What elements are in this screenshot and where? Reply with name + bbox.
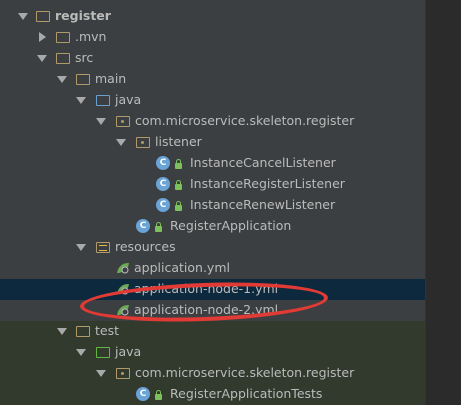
chevron-down-icon[interactable] — [76, 349, 86, 356]
lock-icon — [175, 201, 182, 211]
spring-config-icon — [117, 284, 129, 295]
tree-node-label: .mvn — [75, 29, 107, 44]
chevron-down-icon[interactable] — [76, 97, 86, 104]
tree-node-register-application[interactable]: C RegisterApplication — [0, 216, 425, 237]
resources-folder-icon — [96, 242, 110, 253]
chevron-down-icon[interactable] — [116, 139, 126, 146]
tree-node-label: application-node-1.yml — [134, 281, 279, 296]
tree-node-register[interactable]: register — [0, 6, 425, 27]
tree-node-class[interactable]: C InstanceRenewListener — [0, 195, 425, 216]
tree-node-listener[interactable]: listener — [0, 132, 425, 153]
tree-node-label: main — [95, 71, 127, 86]
tree-node-class[interactable]: C InstanceCancelListener — [0, 153, 425, 174]
tree-node-java[interactable]: java — [0, 90, 425, 111]
folder-icon — [56, 53, 70, 64]
chevron-down-icon[interactable] — [76, 244, 86, 251]
class-icon: C — [156, 198, 170, 212]
class-icon: C — [156, 156, 170, 170]
tree-node-label: InstanceCancelListener — [190, 155, 336, 170]
chevron-down-icon[interactable] — [96, 118, 106, 125]
chevron-down-icon[interactable] — [18, 13, 28, 20]
lock-icon — [155, 222, 162, 232]
test-class-icon: C — [136, 387, 150, 401]
tree-node-test[interactable]: test — [0, 321, 425, 342]
tree-node-label: application.yml — [134, 260, 230, 275]
spring-config-icon — [117, 305, 129, 316]
folder-icon — [56, 32, 70, 43]
tree-node-main[interactable]: main — [0, 69, 425, 90]
tree-node-mvn[interactable]: .mvn — [0, 27, 425, 48]
chevron-down-icon[interactable] — [96, 370, 106, 377]
module-folder-icon — [36, 11, 50, 22]
tree-node-yml[interactable]: application-node-2.yml — [0, 300, 425, 321]
source-folder-icon — [96, 95, 110, 106]
tree-node-yml[interactable]: application.yml — [0, 258, 425, 279]
project-tree: register .mvn src main java com.microser… — [0, 0, 425, 405]
lock-icon — [175, 159, 182, 169]
chevron-down-icon[interactable] — [37, 55, 47, 62]
tree-node-label: InstanceRenewListener — [190, 197, 336, 212]
tree-node-label: InstanceRegisterListener — [190, 176, 345, 191]
tree-node-label: RegisterApplication — [170, 218, 292, 233]
tree-node-test-class[interactable]: C RegisterApplicationTests — [0, 384, 425, 405]
tree-node-label: resources — [115, 239, 176, 254]
folder-icon — [76, 326, 90, 337]
tree-node-label: application-node-2.yml — [134, 302, 279, 317]
tree-node-test-package[interactable]: com.microservice.skeleton.register — [0, 363, 425, 384]
package-icon — [136, 137, 150, 148]
tree-node-label: src — [75, 50, 94, 65]
spring-boot-class-icon: C — [136, 219, 150, 233]
chevron-down-icon[interactable] — [57, 76, 67, 83]
package-icon — [116, 368, 130, 379]
tree-node-label: com.microservice.skeleton.register — [135, 113, 355, 128]
tree-node-label: listener — [155, 134, 202, 149]
tree-node-label: java — [115, 92, 142, 107]
tree-node-label: java — [115, 344, 142, 359]
tree-node-label: RegisterApplicationTests — [170, 386, 323, 401]
tree-node-label: register — [55, 8, 111, 23]
tree-node-label: com.microservice.skeleton.register — [135, 365, 355, 380]
folder-icon — [76, 74, 90, 85]
tree-node-label: test — [95, 323, 120, 338]
tree-node-yml[interactable]: application-node-1.yml — [0, 279, 425, 300]
editor-gutter — [425, 0, 461, 405]
tree-node-package[interactable]: com.microservice.skeleton.register — [0, 111, 425, 132]
spring-config-icon — [117, 263, 129, 274]
test-source-folder-icon — [96, 347, 110, 358]
chevron-down-icon[interactable] — [57, 328, 67, 335]
chevron-right-icon[interactable] — [39, 32, 46, 42]
package-icon — [116, 116, 130, 127]
class-icon: C — [156, 177, 170, 191]
lock-icon — [155, 390, 162, 400]
tree-node-src[interactable]: src — [0, 48, 425, 69]
tree-node-class[interactable]: C InstanceRegisterListener — [0, 174, 425, 195]
tree-node-test-java[interactable]: java — [0, 342, 425, 363]
tree-node-resources[interactable]: resources — [0, 237, 425, 258]
lock-icon — [175, 180, 182, 190]
